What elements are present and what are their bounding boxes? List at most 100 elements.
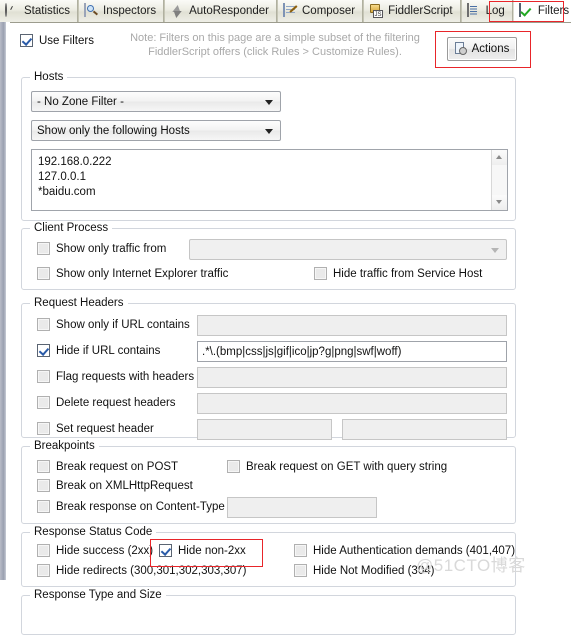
break-on-xhr-checkbox[interactable]: Break on XMLHttpRequest xyxy=(37,479,193,492)
log-document-icon xyxy=(466,2,482,19)
tab-filters[interactable]: Filters xyxy=(512,0,571,22)
response-status-code-legend: Response Status Code xyxy=(30,526,157,538)
break-response-content-type-input[interactable] xyxy=(227,497,377,518)
tab-label: Filters xyxy=(537,5,570,17)
delete-request-headers-input[interactable] xyxy=(197,393,507,414)
filters-panel: Use Filters Note: Filters on this page a… xyxy=(10,23,571,635)
response-type-and-size-group: Response Type and Size xyxy=(21,589,516,635)
breakpoints-group: Breakpoints Break request on POST Break … xyxy=(21,440,516,524)
checkbox-box xyxy=(37,344,50,357)
checkbox-box xyxy=(37,370,50,383)
checkbox-box xyxy=(294,564,307,577)
host-list-scrollbar[interactable] xyxy=(491,150,507,210)
hosts-group-legend: Hosts xyxy=(30,71,68,83)
show-only-ie-label: Show only Internet Explorer traffic xyxy=(56,267,229,280)
set-request-header-name-input[interactable] xyxy=(197,419,332,440)
chevron-down-icon xyxy=(265,129,273,134)
zone-filter-value: - No Zone Filter - xyxy=(37,95,124,108)
client-process-group: Client Process Show only traffic from Sh… xyxy=(21,222,516,290)
show-only-url-contains-input[interactable] xyxy=(197,315,507,336)
client-process-combo[interactable] xyxy=(189,239,507,260)
delete-request-headers-label: Delete request headers xyxy=(56,396,176,409)
notepad-pencil-icon xyxy=(283,2,298,19)
hide-not-modified-checkbox[interactable]: Hide Not Modified (304) xyxy=(294,564,434,577)
use-filters-checkbox[interactable]: Use Filters xyxy=(20,34,94,47)
break-request-on-get-query-checkbox[interactable]: Break request on GET with query string xyxy=(227,460,447,473)
js-script-icon xyxy=(369,4,384,19)
tab-autoresponder[interactable]: AutoResponder xyxy=(164,0,277,22)
breakpoints-legend: Breakpoints xyxy=(30,440,99,452)
actions-button-label: Actions xyxy=(471,43,510,55)
break-request-on-get-query-label: Break request on GET with query string xyxy=(246,460,448,473)
host-list-value: 192.168.0.222 127.0.0.1 *baidu.com xyxy=(38,156,112,198)
flag-requests-with-headers-label: Flag requests with headers xyxy=(56,370,195,383)
hide-url-contains-input[interactable]: .*\.(bmp|css|js|gif|ico|jp?g|png|swf|wof… xyxy=(197,341,507,362)
tab-label: Log xyxy=(485,5,505,17)
delete-request-headers-checkbox[interactable]: Delete request headers xyxy=(37,396,176,409)
zone-filter-combo[interactable]: - No Zone Filter - xyxy=(31,91,281,112)
tab-log[interactable]: Log xyxy=(460,0,513,22)
page-gear-icon xyxy=(454,42,469,56)
filters-note: Note: Filters on this page are a simple … xyxy=(125,31,425,59)
host-mode-combo[interactable]: Show only the following Hosts xyxy=(31,120,281,141)
request-headers-group: Request Headers Show only if URL contain… xyxy=(21,297,516,440)
break-request-on-post-label: Break request on POST xyxy=(56,460,179,473)
host-list-box[interactable]: 192.168.0.222 127.0.0.1 *baidu.com xyxy=(31,149,508,211)
hide-non-2xx-checkbox[interactable]: Hide non-2xx xyxy=(159,544,246,557)
note-line-2: FiddlerScript offers (click Rules > Cust… xyxy=(148,46,402,58)
hide-auth-demands-checkbox[interactable]: Hide Authentication demands (401,407) xyxy=(294,544,515,557)
scroll-down-arrow-icon[interactable] xyxy=(492,195,507,210)
checkbox-box xyxy=(37,479,50,492)
show-only-traffic-from-checkbox[interactable]: Show only traffic from xyxy=(37,242,166,255)
tab-inspectors[interactable]: Inspectors xyxy=(78,0,165,22)
show-only-url-contains-label: Show only if URL contains xyxy=(56,318,190,331)
hide-auth-demands-label: Hide Authentication demands (401,407) xyxy=(313,544,516,557)
filters-toolbar: Use Filters Note: Filters on this page a… xyxy=(10,31,561,69)
magnifier-icon xyxy=(84,2,99,19)
tab-label: FiddlerScript xyxy=(388,5,453,17)
hide-redirects-label: Hide redirects (300,301,302,303,307) xyxy=(56,564,247,577)
hide-url-contains-label: Hide if URL contains xyxy=(56,344,161,357)
tab-label: Inspectors xyxy=(103,5,157,17)
response-type-and-size-legend: Response Type and Size xyxy=(30,589,166,601)
flag-requests-with-headers-input[interactable] xyxy=(197,367,507,388)
tab-composer[interactable]: Composer xyxy=(277,0,364,22)
break-request-on-post-checkbox[interactable]: Break request on POST xyxy=(37,460,178,473)
hide-not-modified-label: Hide Not Modified (304) xyxy=(313,564,435,577)
show-only-ie-traffic-checkbox[interactable]: Show only Internet Explorer traffic xyxy=(37,267,228,280)
tab-label: AutoResponder xyxy=(189,5,269,17)
host-mode-value: Show only the following Hosts xyxy=(37,124,190,137)
tab-label: Composer xyxy=(302,5,356,17)
tab-statistics[interactable]: Statistics xyxy=(0,0,79,22)
break-response-on-content-type-checkbox[interactable]: Break response on Content-Type xyxy=(37,500,225,513)
checkbox-box xyxy=(37,267,50,280)
checkbox-box xyxy=(37,242,50,255)
hide-service-host-traffic-checkbox[interactable]: Hide traffic from Service Host xyxy=(314,267,482,280)
request-headers-legend: Request Headers xyxy=(30,297,128,309)
set-request-header-value-input[interactable] xyxy=(342,419,507,440)
checkbox-box xyxy=(37,564,50,577)
checkbox-box xyxy=(37,396,50,409)
tab-fiddlerscript[interactable]: FiddlerScript xyxy=(363,0,461,22)
checkbox-box xyxy=(294,544,307,557)
set-request-header-checkbox[interactable]: Set request header xyxy=(37,422,154,435)
lightning-icon xyxy=(170,4,185,19)
hide-success-2xx-checkbox[interactable]: Hide success (2xx) xyxy=(37,544,153,557)
show-only-url-contains-checkbox[interactable]: Show only if URL contains xyxy=(37,318,190,331)
hide-service-host-label: Hide traffic from Service Host xyxy=(333,267,483,280)
client-process-legend: Client Process xyxy=(30,222,113,234)
tab-label: Statistics xyxy=(24,5,71,17)
note-line-1: Note: Filters on this page are a simple … xyxy=(130,32,420,44)
hide-redirects-checkbox[interactable]: Hide redirects (300,301,302,303,307) xyxy=(37,564,247,577)
checkbox-box xyxy=(314,267,327,280)
input-value: .*\.(bmp|css|js|gif|ico|jp?g|png|swf|wof… xyxy=(202,345,402,358)
scroll-up-arrow-icon[interactable] xyxy=(492,150,507,165)
break-on-xhr-label: Break on XMLHttpRequest xyxy=(56,479,193,492)
use-filters-label: Use Filters xyxy=(39,34,94,47)
break-response-on-content-type-label: Break response on Content-Type xyxy=(56,500,225,513)
actions-button[interactable]: Actions xyxy=(447,37,517,61)
hide-url-contains-checkbox[interactable]: Hide if URL contains xyxy=(37,344,160,357)
flag-requests-with-headers-checkbox[interactable]: Flag requests with headers xyxy=(37,370,194,383)
hosts-group: Hosts - No Zone Filter - Show only the f… xyxy=(21,71,516,221)
checkbox-box xyxy=(37,544,50,557)
